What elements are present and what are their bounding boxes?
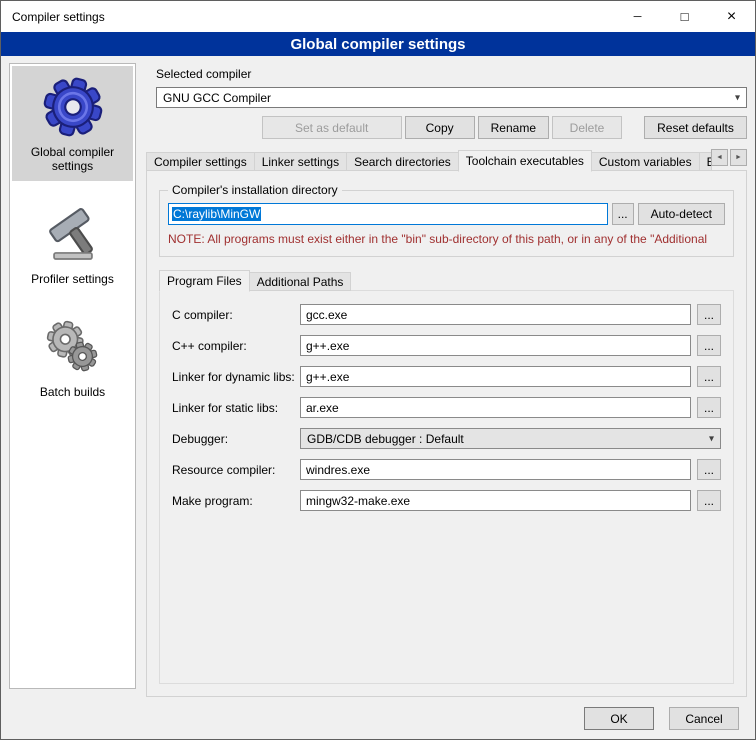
- hammer-icon: [42, 203, 104, 265]
- bin-subdirectory-note: NOTE: All programs must exist either in …: [168, 232, 725, 246]
- ok-button[interactable]: OK: [584, 707, 654, 730]
- cpp-compiler-input[interactable]: [300, 335, 691, 356]
- chevron-down-icon: ▾: [709, 433, 714, 444]
- program-files-panel: C compiler: ... C++ compiler: ... Linker…: [159, 290, 734, 684]
- sidebar-item-batch-builds[interactable]: Batch builds: [12, 306, 133, 407]
- sidebar-item-global-compiler-settings[interactable]: Global compiler settings: [12, 66, 133, 181]
- selected-compiler-label: Selected compiler: [156, 67, 747, 81]
- installation-directory-group: Compiler's installation directory C:\ray…: [159, 183, 734, 257]
- make-program-row: Make program: ...: [172, 490, 721, 511]
- resource-compiler-label: Resource compiler:: [172, 463, 294, 477]
- auto-detect-button[interactable]: Auto-detect: [638, 203, 725, 225]
- selected-path-text: C:\raylib\MinGW: [172, 207, 261, 221]
- resource-compiler-row: Resource compiler: ...: [172, 459, 721, 480]
- gray-gears-icon: [42, 316, 104, 378]
- sidebar-item-profiler-settings[interactable]: Profiler settings: [12, 193, 133, 294]
- cpp-compiler-row: C++ compiler: ...: [172, 335, 721, 356]
- maximize-button[interactable]: □: [661, 1, 708, 32]
- debugger-value: GDB/CDB debugger : Default: [307, 432, 464, 446]
- minimize-icon: ─: [634, 11, 642, 23]
- toolchain-executables-panel: Compiler's installation directory C:\ray…: [146, 170, 747, 697]
- installation-directory-title: Compiler's installation directory: [168, 183, 342, 197]
- dynamic-linker-row: Linker for dynamic libs: ...: [172, 366, 721, 387]
- sidebar-item-label: Global compiler settings: [16, 145, 129, 173]
- installation-directory-input[interactable]: C:\raylib\MinGW: [168, 203, 608, 225]
- resource-compiler-input[interactable]: [300, 459, 691, 480]
- sidebar-item-label: Profiler settings: [31, 272, 114, 286]
- selected-compiler-value: GNU GCC Compiler: [163, 91, 271, 105]
- selected-compiler-select[interactable]: GNU GCC Compiler ▾: [156, 87, 747, 108]
- debugger-label: Debugger:: [172, 432, 294, 446]
- tab-custom-variables[interactable]: Custom variables: [591, 152, 700, 171]
- tab-scroll-buttons: ◄ ►: [711, 149, 747, 166]
- tab-scroll-right-button[interactable]: ►: [730, 149, 747, 166]
- settings-tab-bar: Compiler settings Linker settings Search…: [146, 149, 747, 171]
- browse-button[interactable]: ...: [697, 397, 721, 418]
- make-program-input[interactable]: [300, 490, 691, 511]
- c-compiler-row: C compiler: ...: [172, 304, 721, 325]
- browse-button[interactable]: ...: [697, 459, 721, 480]
- cpp-compiler-label: C++ compiler:: [172, 339, 294, 353]
- browse-button[interactable]: ...: [697, 304, 721, 325]
- static-linker-row: Linker for static libs: ...: [172, 397, 721, 418]
- static-linker-label: Linker for static libs:: [172, 401, 294, 415]
- chevron-down-icon: ▾: [735, 92, 740, 103]
- tab-compiler-settings[interactable]: Compiler settings: [146, 152, 255, 171]
- dynamic-linker-label: Linker for dynamic libs:: [172, 370, 294, 384]
- close-icon: ×: [727, 8, 736, 26]
- maximize-icon: □: [681, 9, 689, 24]
- installation-directory-row: C:\raylib\MinGW ... Auto-detect: [168, 203, 725, 225]
- page-title: Global compiler settings: [1, 32, 755, 56]
- browse-directory-button[interactable]: ...: [612, 203, 634, 225]
- static-linker-input[interactable]: [300, 397, 691, 418]
- tab-search-directories[interactable]: Search directories: [346, 152, 459, 171]
- arrow-right-icon: ►: [735, 154, 742, 161]
- compiler-actions: Set as default Copy Rename Delete Reset …: [146, 116, 747, 139]
- debugger-row: Debugger: GDB/CDB debugger : Default ▾: [172, 428, 721, 449]
- delete-button[interactable]: Delete: [552, 116, 622, 139]
- debugger-select[interactable]: GDB/CDB debugger : Default ▾: [300, 428, 721, 449]
- tab-build-options[interactable]: Build options: [699, 152, 712, 171]
- copy-button[interactable]: Copy: [405, 116, 475, 139]
- make-program-label: Make program:: [172, 494, 294, 508]
- c-compiler-label: C compiler:: [172, 308, 294, 322]
- tab-toolchain-executables[interactable]: Toolchain executables: [458, 150, 592, 172]
- c-compiler-input[interactable]: [300, 304, 691, 325]
- tab-linker-settings[interactable]: Linker settings: [254, 152, 347, 171]
- minimize-button[interactable]: ─: [614, 1, 661, 32]
- window-title: Compiler settings: [1, 10, 105, 24]
- browse-button[interactable]: ...: [697, 490, 721, 511]
- browse-button[interactable]: ...: [697, 366, 721, 387]
- set-as-default-button[interactable]: Set as default: [262, 116, 402, 139]
- reset-defaults-button[interactable]: Reset defaults: [644, 116, 747, 139]
- dynamic-linker-input[interactable]: [300, 366, 691, 387]
- close-button[interactable]: ×: [708, 1, 755, 32]
- tab-program-files[interactable]: Program Files: [159, 270, 250, 292]
- tab-additional-paths[interactable]: Additional Paths: [249, 272, 352, 291]
- blue-gear-icon: [42, 76, 104, 138]
- dialog-footer: OK Cancel: [584, 707, 739, 730]
- sidebar-item-label: Batch builds: [40, 385, 105, 399]
- main-panel: Selected compiler GNU GCC Compiler ▾ Set…: [146, 63, 747, 697]
- cancel-button[interactable]: Cancel: [669, 707, 739, 730]
- titlebar-buttons: ─ □ ×: [614, 1, 755, 32]
- settings-sidebar: Global compiler settings Profiler settin…: [9, 63, 136, 689]
- program-tab-bar: Program Files Additional Paths: [159, 269, 734, 291]
- arrow-left-icon: ◄: [716, 154, 723, 161]
- tab-scroll-left-button[interactable]: ◄: [711, 149, 728, 166]
- rename-button[interactable]: Rename: [478, 116, 549, 139]
- compiler-settings-window: Compiler settings ─ □ × Global compiler …: [0, 0, 756, 740]
- titlebar: Compiler settings ─ □ ×: [1, 1, 755, 32]
- browse-button[interactable]: ...: [697, 335, 721, 356]
